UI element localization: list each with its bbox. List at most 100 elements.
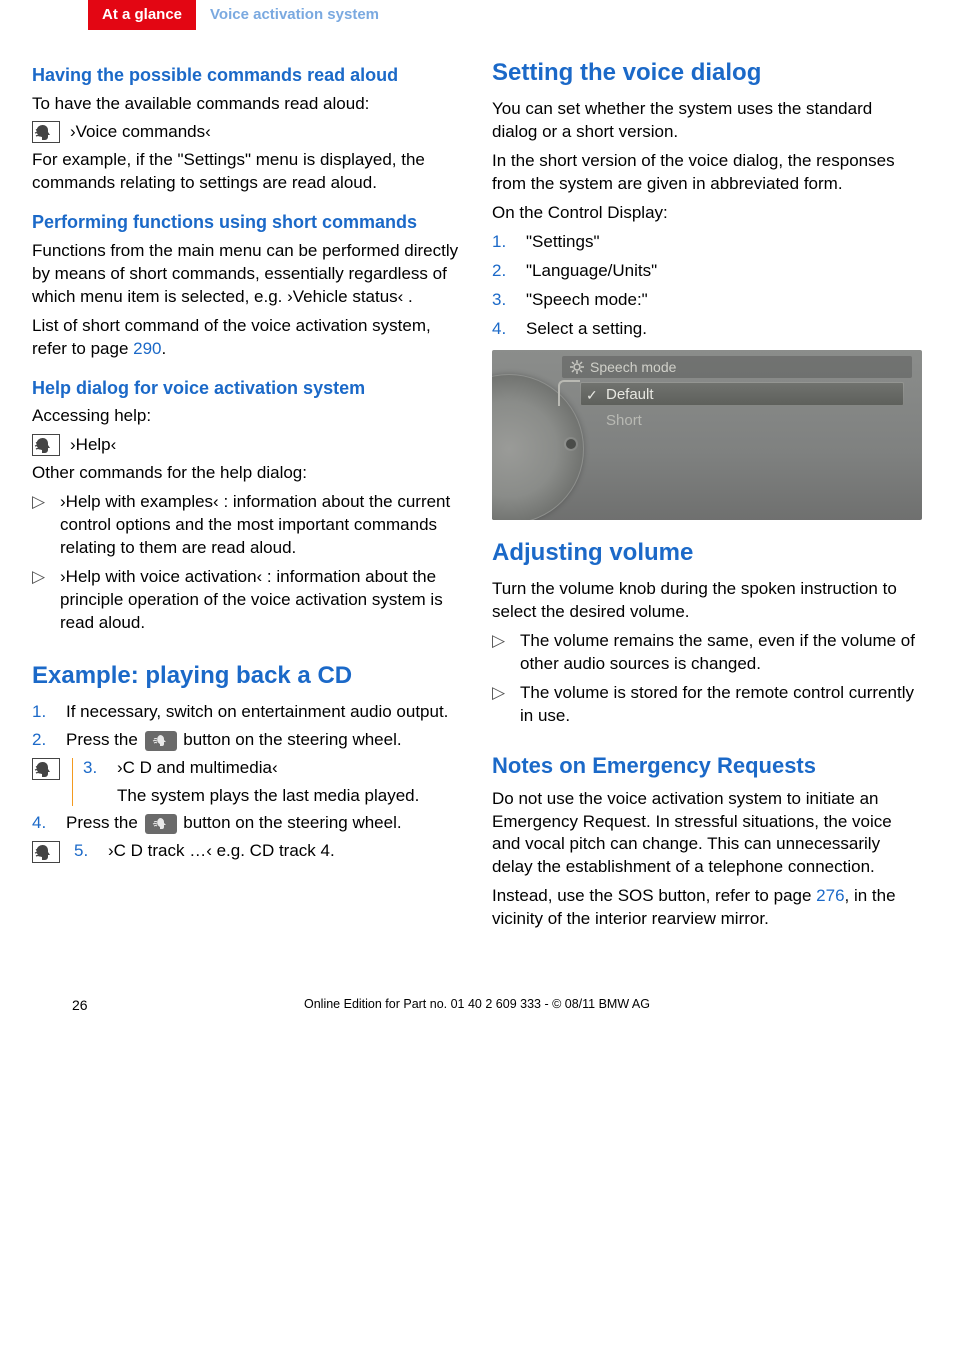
para: For example, if the "Settings" menu is d…: [32, 149, 462, 195]
text: The volume is stored for the remote cont…: [520, 682, 922, 728]
para: To have the available commands read alou…: [32, 93, 462, 116]
voice-step-row: 3. ›C D and multimedia‹ The system plays…: [32, 758, 462, 806]
step-number: 1.: [492, 231, 514, 254]
step-number: 2.: [492, 260, 514, 283]
text: button on the steering wheel.: [179, 730, 402, 749]
list-item: 3. "Speech mode:": [492, 289, 922, 312]
numbered-list: 1. If necessary, switch on entertainment …: [32, 701, 462, 753]
para: You can set whether the system uses the …: [492, 98, 922, 144]
dial-dot: [566, 439, 576, 449]
para: In the short version of the voice dialog…: [492, 150, 922, 196]
heading-emergency-requests: Notes on Emergency Requests: [492, 752, 922, 780]
heading-short-commands: Performing functions using short command…: [32, 211, 462, 234]
triangle-bullet-icon: ▷: [492, 630, 508, 676]
steering-wheel-button-icon: [145, 814, 177, 834]
numbered-list: 1. "Settings" 2. "Language/Units" 3. "Speec…: [492, 231, 922, 341]
triangle-bullet-icon: ▷: [32, 491, 48, 560]
voice-command-text: ›C D track …‹ e.g. CD track 4.: [108, 841, 335, 861]
connector-line: [558, 380, 580, 406]
para: List of short command of the voice activ…: [32, 315, 462, 361]
heading-commands-aloud: Having the possible commands read aloud: [32, 64, 462, 87]
heading-example-cd: Example: playing back a CD: [32, 661, 462, 691]
list-item: ▷›Help with examples‹ : information abou…: [32, 491, 462, 560]
list-item: 1. "Settings": [492, 231, 922, 254]
voice-command-row: ›Voice commands‹: [32, 121, 462, 143]
para: On the Control Display:: [492, 202, 922, 225]
list-item: 1. If necessary, switch on entertainment …: [32, 701, 462, 724]
screenshot-title: Speech mode: [590, 359, 676, 375]
text: If necessary, switch on entertainment au…: [66, 701, 448, 724]
list-item: ▷›Help with voice activation‹ : informat…: [32, 566, 462, 635]
step-number: 3.: [83, 758, 105, 806]
check-icon: ✓: [586, 387, 598, 404]
step-number: 1.: [32, 701, 54, 724]
text: Instead, use the SOS button, refer to pa…: [492, 886, 816, 905]
header-tab-inactive: Voice activation system: [196, 0, 954, 30]
voice-command-text: ›Help‹: [70, 435, 116, 455]
text: ›Help with examples‹ : information about…: [60, 491, 462, 560]
text: List of short command of the voice activ…: [32, 316, 431, 358]
text: The volume remains the same, even if the…: [520, 630, 922, 676]
text: "Speech mode:": [526, 289, 648, 312]
triangle-bullet-icon: ▷: [492, 682, 508, 728]
screenshot-row-label: Default: [606, 386, 654, 403]
text: button on the steering wheel.: [179, 813, 402, 832]
heading-adjusting-volume: Adjusting volume: [492, 538, 922, 568]
gear-icon: [570, 360, 584, 374]
voice-command-row: ›Help‹: [32, 434, 462, 456]
list-item: 2. "Language/Units": [492, 260, 922, 283]
step-number: 3.: [492, 289, 514, 312]
screenshot-row-selected: ✓ Default: [580, 382, 904, 406]
text: Press the button on the steering wheel.: [66, 812, 402, 835]
voice-command-text: ›Voice commands‹: [70, 122, 211, 142]
voice-icon: [32, 758, 60, 780]
text: "Settings": [526, 231, 600, 254]
step-number: 5.: [74, 841, 96, 861]
voice-icon: [32, 841, 60, 863]
page-link-276[interactable]: 276: [816, 886, 844, 905]
screenshot-row: Short: [580, 408, 904, 432]
text: ›Help with voice activation‹ : informati…: [60, 566, 462, 635]
right-column: Setting the voice dialog You can set whe…: [492, 58, 922, 937]
voice-step-row: 5. ›C D track …‹ e.g. CD track 4.: [32, 841, 462, 863]
header-bar: At a glance Voice activation system: [0, 0, 954, 30]
idrive-screenshot: Speech mode ✓ Default Short: [492, 350, 922, 520]
step-number: 2.: [32, 729, 54, 752]
para: Turn the volume knob during the spoken i…: [492, 578, 922, 624]
text: Press the: [66, 730, 143, 749]
page-number: 26: [72, 997, 88, 1013]
text: Press the button on the steering wheel.: [66, 729, 402, 752]
left-column: Having the possible commands read aloud …: [32, 58, 462, 937]
numbered-list: 4. Press the button on the steering whee…: [32, 812, 462, 835]
para: Other commands for the help dialog:: [32, 462, 462, 485]
para: Functions from the main menu can be perf…: [32, 240, 462, 309]
text: "Language/Units": [526, 260, 657, 283]
step-number: 4.: [32, 812, 54, 835]
list-item: 4. Press the button on the steering whee…: [32, 812, 462, 835]
voice-icon: [32, 121, 60, 143]
bullet-list: ▷›Help with examples‹ : information abou…: [32, 491, 462, 635]
list-item: 4. Select a setting.: [492, 318, 922, 341]
voice-command-text: ›C D and multimedia‹: [117, 758, 462, 778]
text: Select a setting.: [526, 318, 647, 341]
footer: 26 Online Edition for Part no. 01 40 2 6…: [0, 997, 954, 1031]
para: Instead, use the SOS button, refer to pa…: [492, 885, 922, 931]
para: Accessing help:: [32, 405, 462, 428]
content-columns: Having the possible commands read aloud …: [0, 58, 954, 937]
voice-icon: [32, 434, 60, 456]
footer-line: 26 Online Edition for Part no. 01 40 2 6…: [32, 997, 922, 1011]
step-number: 4.: [492, 318, 514, 341]
text: The system plays the last media played.: [117, 786, 462, 806]
footer-text: Online Edition for Part no. 01 40 2 609 …: [304, 997, 650, 1011]
triangle-bullet-icon: ▷: [32, 566, 48, 635]
list-item: 2. Press the button on the steering whee…: [32, 729, 462, 752]
bullet-list: ▷ The volume remains the same, even if th…: [492, 630, 922, 728]
header-tab-active: At a glance: [88, 0, 196, 30]
text: Press the: [66, 813, 143, 832]
list-item: ▷ The volume is stored for the remote con…: [492, 682, 922, 728]
list-item: ▷ The volume remains the same, even if th…: [492, 630, 922, 676]
page-link-290[interactable]: 290: [133, 339, 161, 358]
para: Do not use the voice activation system t…: [492, 788, 922, 880]
heading-help-dialog: Help dialog for voice activation system: [32, 377, 462, 400]
step-block: 3. ›C D and multimedia‹ The system plays…: [72, 758, 462, 806]
